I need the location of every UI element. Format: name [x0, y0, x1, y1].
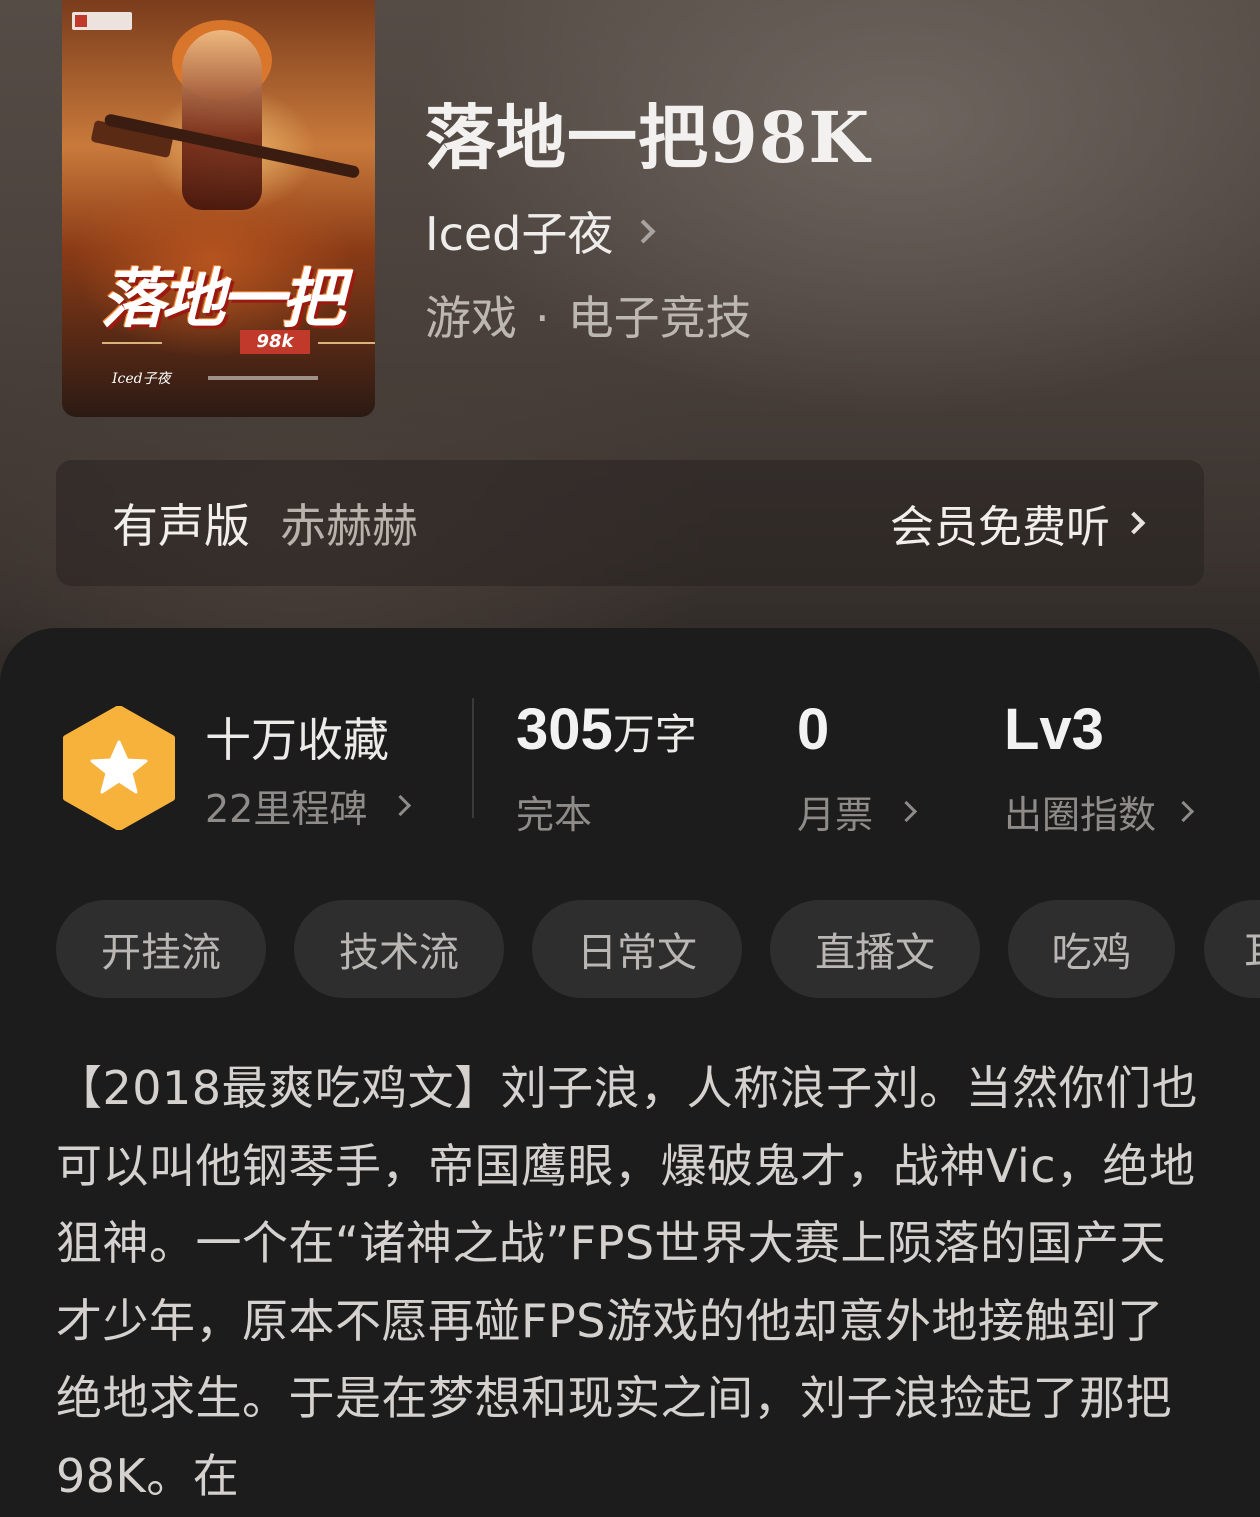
- subcategory-label[interactable]: 电子竞技: [568, 291, 752, 345]
- stats-divider: [472, 698, 474, 818]
- tag-chip[interactable]: 直播文: [770, 900, 980, 998]
- word-count-number: 305: [516, 697, 613, 762]
- cover-art-figure: [182, 30, 262, 210]
- milestone-link[interactable]: 22里程碑: [205, 778, 412, 833]
- author-link[interactable]: Iced子夜: [425, 198, 656, 264]
- collection-title: 十万收藏: [205, 713, 389, 767]
- influence-index-link[interactable]: 出圈指数: [1004, 784, 1195, 839]
- chevron-right-icon: [390, 794, 412, 817]
- chevron-right-icon: [1172, 800, 1195, 823]
- cover-title-art: 落地一把: [101, 262, 345, 337]
- influence-level: Lv3: [1004, 696, 1104, 763]
- influence-level-value: Lv3: [1004, 697, 1104, 762]
- stats-row: 十万收藏 22里程碑 305万字 完本 0 月票 Lv3 出圈指数: [0, 690, 1260, 840]
- separator-dot: ·: [535, 291, 550, 345]
- category-label[interactable]: 游戏: [425, 291, 517, 345]
- word-count: 305万字: [516, 696, 697, 763]
- member-free-listen-button[interactable]: 会员免费听: [890, 460, 1146, 586]
- tag-chip[interactable]: 技术流: [294, 900, 504, 998]
- completion-status: 完本: [516, 784, 592, 839]
- book-title: 落地一把98K: [425, 96, 871, 179]
- tag-chip[interactable]: 耳: [1204, 900, 1260, 998]
- chevron-right-icon: [895, 800, 918, 823]
- cover-fine-print: [208, 376, 318, 380]
- cover-divider-right: [318, 342, 375, 344]
- book-header: 落地一把 98k Iced子夜 落地一把98K Iced子夜 游戏 · 电子竞技 有…: [0, 0, 1260, 700]
- cover-98k-badge: 98k: [240, 330, 310, 354]
- tag-chip[interactable]: 吃鸡: [1008, 900, 1175, 998]
- book-synopsis[interactable]: 【2018最爽吃鸡文】刘子浪，人称浪子刘。当然你们也可以叫他钢琴手，帝国鹰眼，爆…: [56, 1050, 1206, 1515]
- genre-row: 游戏 · 电子竞技: [425, 282, 752, 348]
- monthly-ticket-label: 月票: [797, 793, 874, 837]
- monthly-ticket-link[interactable]: 月票: [797, 784, 918, 839]
- hexagon-star-icon[interactable]: [62, 706, 176, 830]
- cover-author-art: Iced子夜: [112, 371, 171, 387]
- publisher-logo: [72, 12, 132, 30]
- influence-index-label: 出圈指数: [1004, 793, 1157, 837]
- tag-chip[interactable]: 日常文: [532, 900, 742, 998]
- milestone-label: 22里程碑: [205, 787, 368, 831]
- tag-list: 开挂流 技术流 日常文 直播文 吃鸡 耳: [56, 900, 1260, 1000]
- audio-version-bar[interactable]: 有声版 赤赫赫 会员免费听: [56, 460, 1204, 586]
- member-free-listen-label: 会员免费听: [890, 502, 1110, 553]
- chevron-right-icon: [631, 218, 656, 244]
- author-name: Iced子夜: [425, 207, 614, 261]
- monthly-ticket-count: 0: [797, 696, 829, 763]
- tag-chip[interactable]: 开挂流: [56, 900, 266, 998]
- audio-version-label: 有声版: [112, 499, 250, 553]
- cover-divider-left: [102, 342, 162, 344]
- book-cover[interactable]: 落地一把 98k Iced子夜: [62, 0, 375, 417]
- monthly-ticket-value: 0: [797, 697, 830, 762]
- audio-narrator: 赤赫赫: [280, 499, 418, 553]
- chevron-right-icon: [1122, 511, 1146, 535]
- completion-label: 完本: [516, 793, 593, 837]
- word-count-unit: 万字: [612, 710, 697, 759]
